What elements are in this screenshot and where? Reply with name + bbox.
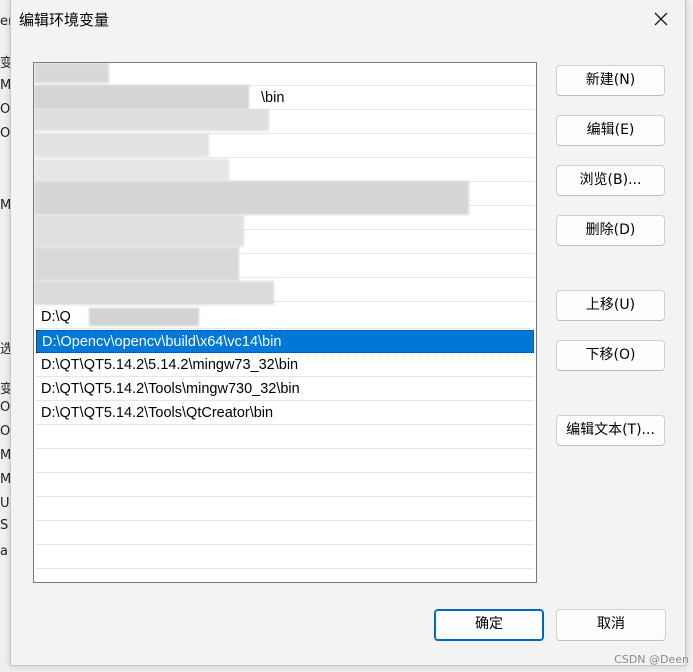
list-item[interactable]	[36, 522, 534, 545]
redacted-block	[34, 281, 274, 305]
browse-button[interactable]: 浏览(B)...	[556, 165, 665, 196]
move-up-button[interactable]: 上移(U)	[556, 290, 665, 321]
list-item-selected[interactable]: D:\Opencv\opencv\build\x64\vc14\bin	[36, 330, 534, 353]
cancel-button[interactable]: 取消	[556, 609, 666, 641]
background-fragment: U	[0, 496, 10, 511]
list-item-text: D:\Q	[41, 309, 71, 325]
path-list[interactable]: \bin D:\Q D:\Opencv\opencv\build\x64\vc1…	[33, 62, 537, 583]
redacted-block	[34, 109, 269, 131]
close-button[interactable]	[647, 6, 675, 32]
redacted-block	[89, 308, 199, 326]
list-item[interactable]	[36, 546, 534, 569]
edit-text-button[interactable]: 编辑文本(T)...	[556, 415, 665, 446]
background-fragment: S	[0, 518, 9, 533]
list-item-text: \bin	[261, 90, 285, 106]
list-item[interactable]	[36, 426, 534, 449]
background-fragment: O	[0, 400, 11, 415]
move-down-button[interactable]: 下移(O)	[556, 340, 665, 371]
redacted-block	[34, 247, 239, 281]
new-button[interactable]: 新建(N)	[556, 65, 665, 96]
redacted-block	[34, 63, 109, 83]
list-item[interactable]: D:\QT\QT5.14.2\Tools\QtCreator\bin	[36, 402, 534, 425]
list-item[interactable]	[36, 450, 534, 473]
title-bar: 编辑环境变量	[11, 0, 685, 38]
redacted-block	[34, 85, 249, 109]
edit-environment-variable-dialog: 编辑环境变量 \bin D:\Q D:\Opencv\opencv\build\…	[10, 0, 686, 666]
list-item[interactable]: D:\QT\QT5.14.2\Tools\mingw730_32\bin	[36, 378, 534, 401]
redacted-block	[34, 159, 229, 181]
background-fragment: a	[0, 544, 8, 559]
list-item[interactable]: D:\QT\QT5.14.2\5.14.2\mingw73_32\bin	[36, 354, 534, 377]
list-item[interactable]	[36, 63, 534, 86]
list-item[interactable]	[36, 474, 534, 497]
delete-button[interactable]: 删除(D)	[556, 215, 665, 246]
list-item[interactable]	[36, 498, 534, 521]
edit-button[interactable]: 编辑(E)	[556, 115, 665, 146]
ok-button[interactable]: 确定	[434, 609, 544, 641]
watermark: CSDN @Deen	[614, 653, 689, 666]
redacted-block	[34, 181, 469, 215]
redacted-block	[34, 215, 244, 247]
redacted-block	[34, 133, 209, 157]
close-icon	[654, 12, 668, 26]
dialog-title: 编辑环境变量	[19, 11, 110, 29]
